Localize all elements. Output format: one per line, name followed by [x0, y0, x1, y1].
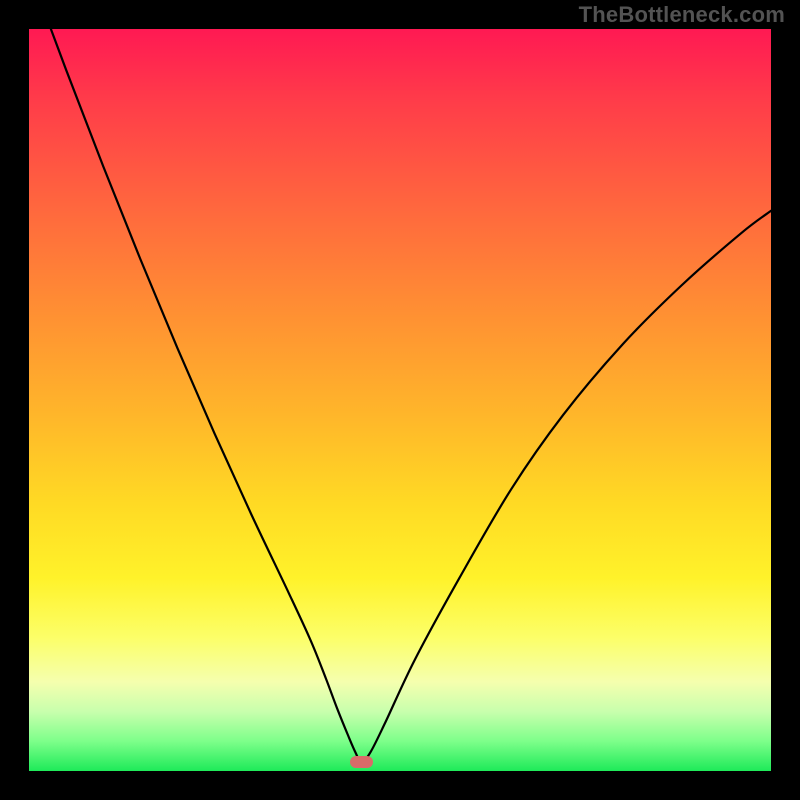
watermark-text: TheBottleneck.com [579, 2, 785, 28]
plot-area [29, 29, 771, 771]
bottleneck-marker [350, 756, 374, 768]
bottleneck-curve [29, 29, 771, 771]
outer-frame: TheBottleneck.com [0, 0, 800, 800]
